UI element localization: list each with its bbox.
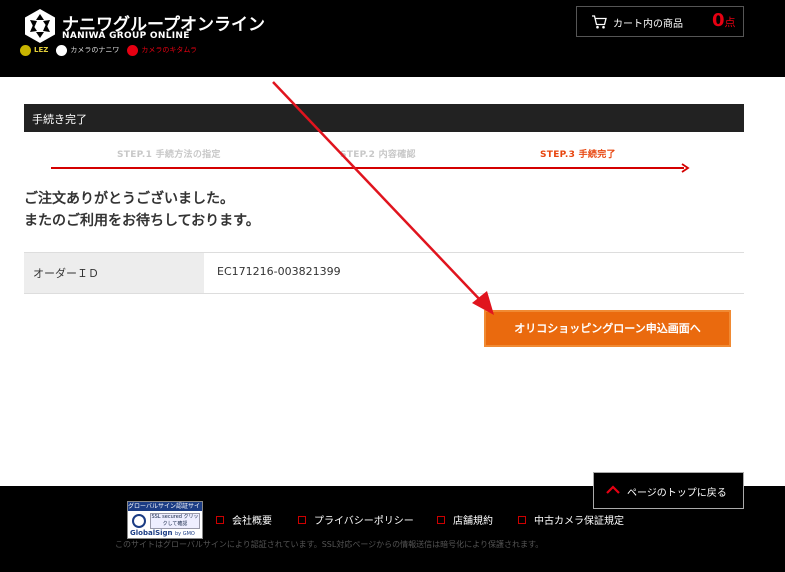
page-top-button[interactable]: ページのトップに戻る <box>593 472 744 509</box>
step-2: STEP.2 内容確認 <box>340 150 416 160</box>
thanks-line-2: またのご利用をお待ちしております。 <box>24 213 260 229</box>
cart-count-unit: 点 <box>724 16 736 29</box>
group-logo-kitamura[interactable]: カメラのキタムラ <box>127 44 197 56</box>
cart-count-value: 0 <box>712 10 725 31</box>
globalsign-badge-title: グローバルサイン認証サイト <box>128 502 202 511</box>
step-progress: STEP.1 手続方法の指定 STEP.2 内容確認 STEP.3 手続完了 <box>24 140 744 180</box>
footer-link-used-camera-warranty[interactable]: 中古カメラ保証規定 <box>518 512 624 527</box>
aperture-logo-icon <box>25 9 55 43</box>
cart-label: カート内の商品 <box>613 19 683 30</box>
cart-count: 0点 <box>712 10 736 31</box>
globalsign-ssl-text: SSL secured クリックして確認 <box>150 513 200 529</box>
bullet-square-icon <box>518 516 526 524</box>
group-logo-label: カメラのキタムラ <box>141 46 197 54</box>
step-arrow-icon <box>681 163 690 173</box>
footer-link-company[interactable]: 会社概要 <box>216 512 272 527</box>
section-title: 手続き完了 <box>24 104 744 132</box>
group-logos: LEZ カメラのナニワ カメラのキタムラ <box>20 42 197 58</box>
bullet-square-icon <box>298 516 306 524</box>
page-top-label: ページのトップに戻る <box>627 488 727 499</box>
group-logo-naniwa[interactable]: カメラのナニワ <box>56 44 120 56</box>
thanks-message: ご注文ありがとうございました。 またのご利用をお待ちしております。 <box>24 188 260 232</box>
bullet-square-icon <box>216 516 224 524</box>
logo-text-en: NANIWA GROUP ONLINE <box>62 31 190 41</box>
footer-link-label: 中古カメラ保証規定 <box>534 516 624 527</box>
group-logo-label: カメラのナニワ <box>70 46 120 54</box>
globalsign-badge[interactable]: グローバルサイン認証サイト SSL secured クリックして確認 Globa… <box>127 501 203 539</box>
orico-loan-button[interactable]: オリコショッピングローン申込画面へ <box>484 310 731 347</box>
kitamura-logo-icon <box>127 44 139 56</box>
cart-widget[interactable]: カート内の商品 0点 <box>576 6 744 37</box>
site-header: ナニワグループオンライン NANIWA GROUP ONLINE LEZ カメラ… <box>0 0 785 77</box>
lez-logo-icon <box>20 44 31 56</box>
order-id-row: オーダーＩＤ EC171216-003821399 <box>24 252 744 294</box>
footer-link-label: プライバシーポリシー <box>314 516 414 527</box>
footer-link-label: 会社概要 <box>232 516 272 527</box>
step-3: STEP.3 手続完了 <box>540 150 616 160</box>
footer-link-label: 店舗規約 <box>453 516 493 527</box>
globalsign-seal-icon <box>132 514 146 528</box>
cart-icon <box>592 15 607 29</box>
globalsign-brand: GlobalSign by GMO <box>130 529 195 537</box>
footer-security-note: このサイトはグローバルサインにより認証されています。SSL対応ページからの情報送… <box>115 540 544 549</box>
step-progress-line <box>51 167 684 169</box>
group-logo-lez[interactable]: LEZ <box>20 44 49 56</box>
thanks-line-1: ご注文ありがとうございました。 <box>24 191 234 207</box>
naniwa-logo-icon <box>56 44 68 56</box>
order-id-label: オーダーＩＤ <box>24 253 204 293</box>
bullet-square-icon <box>437 516 445 524</box>
order-id-value: EC171216-003821399 <box>217 265 341 278</box>
footer-link-store-terms[interactable]: 店舗規約 <box>437 512 493 527</box>
footer-link-privacy[interactable]: プライバシーポリシー <box>298 512 414 527</box>
globalsign-brand-by: by GMO <box>174 531 195 537</box>
step-1: STEP.1 手続方法の指定 <box>117 150 221 160</box>
globalsign-brand-name: GlobalSign <box>130 529 173 537</box>
group-logo-label: LEZ <box>34 46 49 54</box>
chevron-up-icon <box>606 485 620 494</box>
